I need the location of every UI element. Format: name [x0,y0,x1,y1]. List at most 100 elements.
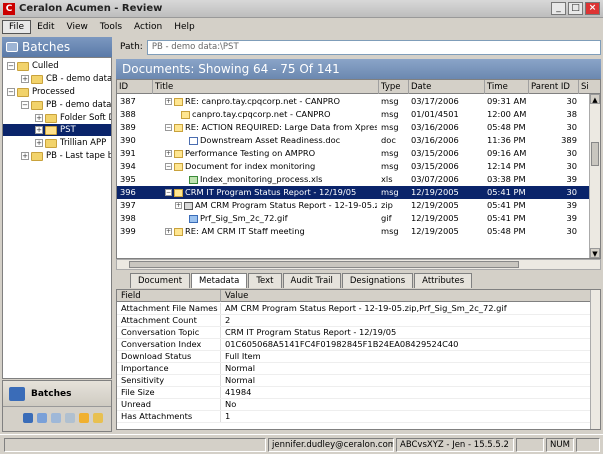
tree-node-cb-demo[interactable]: + CB - demo data [21,73,111,85]
tag-icon[interactable] [79,413,89,423]
tab-designations[interactable]: Designations [341,273,414,288]
word-document-icon [189,136,198,145]
metadata-row[interactable]: Conversation Index 01C605068A5141FC4F0198… [117,339,591,351]
expand-icon[interactable]: + [21,75,29,83]
maximize-button[interactable]: □ [568,2,583,15]
documents-header: Documents: Showing 64 - 75 Of 141 [116,59,601,79]
col-type[interactable]: Type [379,80,409,94]
tree-node-pb-demo[interactable]: − PB - demo data [21,99,111,111]
batches-icon [6,42,18,52]
metadata-row[interactable]: Attachment Count 2 [117,315,591,327]
scroll-thumb[interactable] [591,142,599,166]
col-time[interactable]: Time [485,80,529,94]
metadata-row[interactable]: Has Attachments 1 [117,411,591,423]
table-row[interactable]: 394 − Document for index monitoring msg 0… [117,160,590,173]
col-date[interactable]: Date [409,80,485,94]
metadata-row[interactable]: Sensitivity Normal [117,375,591,387]
tree-node-pb-last-tape[interactable]: + PB - Last tape ba [21,150,111,162]
table-row[interactable]: 395 Index_monitoring_process.xls xls 03/… [117,173,590,186]
col-id[interactable]: ID [117,80,153,94]
expand-icon[interactable]: + [175,202,182,209]
metadata-row[interactable]: Download Status Full Item [117,351,591,363]
metadata-header: Field Value [117,290,600,302]
document-icon[interactable] [51,413,61,423]
tree-node-trillian[interactable]: + Trillian APP [35,137,106,149]
tab-attributes[interactable]: Attributes [414,273,473,288]
batches-footer-button[interactable]: Batches [3,381,111,407]
collapse-icon[interactable]: − [165,189,172,196]
minimize-button[interactable]: _ [551,2,566,15]
expand-icon[interactable]: + [21,152,29,160]
email-icon [174,123,183,132]
metadata-row[interactable]: Attachment File Names AM CRM Program Stat… [117,303,591,315]
table-row[interactable]: 389 − RE: ACTION REQUIRED: Large Data fro… [117,121,590,134]
col-parent-id[interactable]: Parent ID [529,80,579,94]
expand-icon[interactable]: + [165,228,172,235]
scroll-down-icon[interactable]: ▼ [590,248,600,258]
menu-action[interactable]: Action [128,21,168,33]
expand-icon[interactable]: + [35,139,43,147]
close-button[interactable]: × [585,2,600,15]
email-icon [181,110,190,119]
tree-node-processed[interactable]: − Processed [7,86,75,98]
status-panel-empty-3 [576,438,600,452]
metadata-row[interactable]: Conversation Topic CRM IT Program Status … [117,327,591,339]
table-row[interactable]: 387 + RE: canpro.tay.cpqcorp.net - CANPRO… [117,95,590,108]
grid-vertical-scrollbar[interactable]: ▲ ▼ [589,94,600,258]
tab-document[interactable]: Document [130,273,191,288]
menu-view[interactable]: View [61,21,94,33]
tree-node-folder-soft[interactable]: + Folder Soft D [35,112,111,124]
collapse-icon[interactable]: − [21,101,29,109]
table-row[interactable]: 390 Downstream Asset Readiness.doc doc 0… [117,134,590,147]
collapse-icon[interactable]: − [165,163,172,170]
copy-icon[interactable] [65,413,75,423]
metadata-row[interactable]: Importance Normal [117,363,591,375]
metadata-table: Field Value Attachment File Names AM CRM … [116,289,601,430]
tab-audit-trail[interactable]: Audit Trail [282,273,341,288]
folder-icon [31,100,43,110]
table-row[interactable]: 397 + AM CRM Program Status Report - 12-1… [117,199,590,212]
expand-icon[interactable]: + [165,98,172,105]
grid-horizontal-scrollbar[interactable] [116,259,601,270]
expand-icon[interactable]: + [165,150,172,157]
tab-metadata[interactable]: Metadata [191,273,248,288]
expand-icon[interactable]: + [35,126,43,134]
search-icon[interactable] [37,413,47,423]
path-input[interactable]: PB - demo data:\PST [146,39,601,55]
col-size[interactable]: Si [579,80,600,94]
metadata-scrollbar[interactable] [590,290,600,429]
window-title: Ceralon Acumen - Review [19,3,163,14]
tree-node-culled[interactable]: − Culled [7,60,59,72]
metadata-row[interactable]: Unread No [117,399,591,411]
collapse-icon[interactable]: − [7,88,15,96]
tab-text[interactable]: Text [248,273,282,288]
col-field[interactable]: Field [117,290,221,302]
menu-help[interactable]: Help [168,21,201,33]
zip-icon [184,201,193,210]
collapse-icon[interactable]: − [165,124,172,131]
help-icon[interactable] [23,413,33,423]
collapse-icon[interactable]: − [7,62,15,70]
scroll-thumb[interactable] [129,261,519,268]
expand-icon[interactable]: + [35,114,43,122]
scroll-up-icon[interactable]: ▲ [590,94,600,104]
folder-icon[interactable] [93,413,103,423]
tree-node-pst[interactable]: + PST [3,124,111,136]
col-title[interactable]: Title [153,80,379,94]
table-row-selected[interactable]: 396 − CRM IT Program Status Report - 12/1… [117,186,590,199]
status-num: NUM [546,438,574,452]
folder-icon [31,151,43,161]
table-row[interactable]: 391 + Performance Testing on AMPRO msg 03… [117,147,590,160]
menu-file[interactable]: File [2,19,32,34]
metadata-row[interactable]: File Size 41984 [117,387,591,399]
table-row[interactable]: 398 Prf_Sig_Sm_2c_72.gif gif 12/19/2005 … [117,212,590,225]
folder-icon [31,74,43,84]
menu-tools[interactable]: Tools [94,21,128,33]
email-icon [174,227,183,236]
menu-edit[interactable]: Edit [31,21,60,33]
email-icon [174,162,183,171]
table-row[interactable]: 399 + RE: AM CRM IT Staff meeting msg 12/… [117,225,590,238]
table-row[interactable]: 388 canpro.tay.cpqcorp.net - CANPRO msg … [117,108,590,121]
batches-title: Batches [22,40,71,54]
col-value[interactable]: Value [221,290,591,302]
